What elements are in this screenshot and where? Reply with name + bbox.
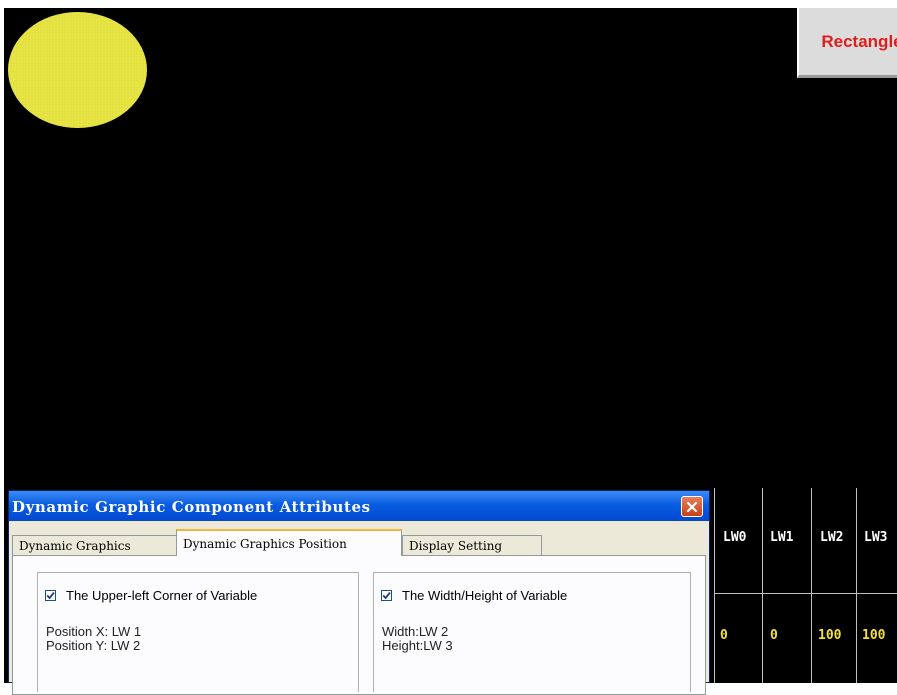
dialog-title: Dynamic Graphic Component Attributes: [12, 498, 371, 516]
table-value-lw3: 100: [862, 628, 886, 643]
yellow-circle-shape: [8, 12, 147, 128]
table-divider: [762, 488, 763, 683]
position-x-text: Position X: LW 1: [46, 624, 142, 639]
width-height-checkbox[interactable]: [381, 590, 392, 601]
lw-register-table: LW0 LW1 LW2 LW3 0 0 100 100: [714, 488, 897, 683]
table-divider: [811, 488, 812, 683]
width-height-checkbox-row[interactable]: The Width/Height of Variable: [381, 588, 567, 603]
table-header-lw3: LW3: [864, 530, 888, 545]
width-text: Width:LW 2: [382, 624, 449, 639]
tab-dynamic-graphics-position[interactable]: Dynamic Graphics Position: [176, 529, 402, 556]
position-y-text: Position Y: LW 2: [46, 638, 141, 653]
checkmark-icon: [382, 592, 391, 600]
close-button[interactable]: [681, 496, 703, 517]
rectangle-button[interactable]: Rectangle: [797, 8, 897, 78]
table-divider: [714, 593, 897, 594]
checkmark-icon: [46, 592, 55, 600]
close-icon: [686, 501, 698, 512]
rectangle-button-label: Rectangle: [821, 31, 897, 51]
dialog-titlebar[interactable]: Dynamic Graphic Component Attributes: [9, 491, 709, 521]
table-value-lw1: 0: [770, 628, 778, 643]
attributes-dialog: Dynamic Graphic Component Attributes Dyn…: [8, 490, 710, 695]
width-height-label: The Width/Height of Variable: [402, 588, 568, 603]
table-divider: [714, 488, 715, 683]
table-header-lw0: LW0: [723, 530, 747, 545]
width-height-group: The Width/Height of Variable Width:LW 2 …: [373, 572, 691, 692]
upper-left-corner-checkbox-row[interactable]: The Upper-left Corner of Variable: [45, 588, 257, 603]
table-value-lw0: 0: [720, 628, 728, 643]
height-text: Height:LW 3: [382, 638, 453, 653]
table-header-lw1: LW1: [770, 530, 794, 545]
upper-left-corner-group: The Upper-left Corner of Variable Positi…: [37, 572, 359, 692]
table-divider: [856, 488, 857, 683]
tab-label: Display Setting: [409, 539, 503, 553]
upper-left-corner-checkbox[interactable]: [45, 590, 56, 601]
tab-label: Dynamic Graphics Position: [183, 537, 347, 551]
tab-display-setting[interactable]: Display Setting: [402, 535, 542, 555]
tab-label: Dynamic Graphics: [19, 539, 131, 553]
upper-left-corner-label: The Upper-left Corner of Variable: [66, 588, 258, 603]
tab-dynamic-graphics[interactable]: Dynamic Graphics: [12, 535, 177, 555]
table-header-lw2: LW2: [820, 530, 844, 545]
tab-panel-position: The Upper-left Corner of Variable Positi…: [12, 555, 706, 695]
table-value-lw2: 100: [818, 628, 842, 643]
